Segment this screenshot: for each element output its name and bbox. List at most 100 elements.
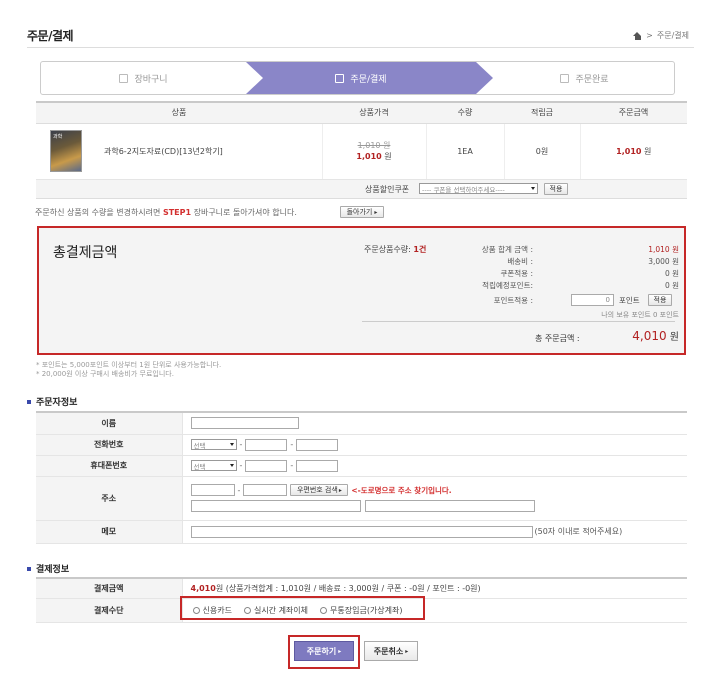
zip-search-button[interactable]: 우편번호 검색 ▸: [290, 484, 349, 496]
summary-subtotal-value: 1,010 원: [648, 245, 679, 254]
orderer-section-title: 주문자정보: [27, 395, 77, 408]
form-row-address: 주소 - 우편번호 검색 ▸ <-도로명으로 주소 찾기입니다.: [36, 476, 687, 521]
point-apply-label: 포인트적용 :: [493, 296, 533, 305]
mobile-dash: -: [239, 461, 243, 470]
memo-field-cell: (50자 이내로 적어주세요): [182, 520, 687, 544]
address-field-cell: - 우편번호 검색 ▸ <-도로명으로 주소 찾기입니다.: [182, 476, 687, 521]
point-input[interactable]: 0: [571, 294, 614, 306]
row-total: 1,010: [616, 146, 642, 156]
phone-dash: -: [290, 440, 294, 449]
step-complete: 주문완료: [493, 62, 674, 94]
section-bullet-icon: [27, 566, 31, 571]
back-button-label: 돌아가기: [346, 208, 373, 216]
payment-method-highlight: [180, 596, 425, 620]
product-table: 상품 상품가격 수량 적립금 주문금액 과학6-2지도자료(CD)[13년2학기…: [36, 101, 687, 180]
memo-label: 메모: [36, 520, 183, 544]
step-checkout-label: 주문/결제: [350, 74, 387, 85]
col-points: 적립금: [504, 101, 580, 124]
phone-last-input[interactable]: [296, 438, 339, 451]
memo-input[interactable]: [190, 525, 533, 538]
coupon-row: [36, 180, 687, 199]
step-complete-label: 주문완료: [575, 74, 609, 85]
summary-coupon-value: 0 원: [664, 269, 679, 278]
cancel-order-label: 주문취소: [373, 646, 404, 656]
point-unit: 포인트: [619, 296, 640, 305]
form-row-name: 이름: [36, 412, 687, 435]
point-apply-button[interactable]: 적용: [648, 294, 672, 306]
step-cart: 장바구니: [41, 62, 246, 94]
address-input[interactable]: [190, 500, 361, 512]
grand-total-label: 총 주문금액 :: [535, 334, 580, 343]
sale-price: 1,010: [356, 152, 382, 161]
product-table-header: 상품 상품가격 수량 적립금 주문금액: [36, 101, 687, 124]
coupon-label: 상품할인쿠폰: [365, 185, 410, 194]
coupon-select[interactable]: ---- 쿠폰을 선택하여주세요----: [419, 183, 538, 194]
notice-text-after: 장바구니로 돌아가셔야 합니다.: [191, 208, 297, 217]
phone-middle-input[interactable]: [245, 438, 288, 451]
row-total-unit: 원: [641, 146, 652, 156]
col-total: 주문금액: [580, 101, 687, 124]
order-summary-box: [37, 226, 686, 355]
total-cell: 1,010 원: [580, 123, 687, 180]
phone-dash: -: [239, 440, 243, 449]
form-row-memo: 메모 (50자 이내로 적어주세요): [36, 520, 687, 544]
product-cell: 과학6-2지도자료(CD)[13년2학기]: [36, 123, 323, 180]
zip-first-input[interactable]: [190, 484, 235, 496]
phone-label: 전화번호: [36, 434, 183, 456]
name-input[interactable]: [190, 417, 299, 430]
my-points: 나의 보유 포인트 0 포인트: [601, 311, 679, 319]
cancel-order-button[interactable]: 주문취소 ▸: [364, 641, 418, 661]
mobile-prefix-select[interactable]: 선택: [190, 460, 237, 471]
section-bullet-icon: [27, 399, 31, 404]
summary-shipping-label: 배송비 :: [507, 257, 533, 266]
mobile-last-input[interactable]: [296, 459, 339, 472]
quantity-notice: 주문하신 상품의 수량을 변경하시려면 STEP1 장바구니로 돌아가셔야 합니…: [35, 207, 297, 218]
breadcrumb: > 주문/결제: [633, 30, 689, 41]
page-title: 주문/결제: [27, 29, 74, 43]
payment-section-label: 결제정보: [36, 565, 70, 575]
col-price: 상품가격: [322, 101, 426, 124]
name-field-cell: [182, 412, 687, 435]
coupon-apply-button[interactable]: 적용: [544, 183, 568, 195]
arrow-right-icon: ▸: [338, 486, 342, 494]
note-shipping: * 20,000원 이상 구매시 배송비가 무료입니다.: [36, 370, 174, 378]
address-detail-input[interactable]: [364, 500, 535, 512]
header-divider: [27, 47, 694, 48]
zip-search-label: 우편번호 검색: [296, 486, 338, 494]
sale-price-unit: 원: [381, 152, 392, 161]
cart-icon: [119, 73, 129, 83]
zip-second-input[interactable]: [243, 484, 288, 496]
mobile-dash: -: [290, 461, 294, 470]
form-row-mobile: 휴대폰번호 선택 - -: [36, 455, 687, 477]
grand-total-value: 4,010: [632, 329, 667, 343]
summary-title: 총결제금액: [53, 245, 118, 261]
product-thumbnail[interactable]: [50, 130, 82, 172]
summary-divider: [362, 321, 675, 322]
qty-cell: 1EA: [426, 123, 505, 180]
summary-earn-points-value: 0 원: [664, 281, 679, 290]
home-icon[interactable]: [633, 31, 642, 40]
form-row-phone: 전화번호 선택 - -: [36, 434, 687, 456]
zip-hint: <-도로명으로 주소 찾기입니다.: [351, 485, 452, 495]
mobile-middle-input[interactable]: [245, 459, 288, 472]
orderer-form: 이름 전화번호 선택 - - 휴대폰번호 선택 - - 주소 - 우편번호 검색…: [36, 411, 687, 544]
order-quantity: 주문상품수량: 1건: [364, 244, 426, 255]
summary-shipping-value: 3,000 원: [648, 257, 679, 266]
breadcrumb-current: 주문/결제: [656, 31, 689, 40]
back-button[interactable]: 돌아가기 ▸: [340, 206, 384, 218]
summary-coupon-label: 쿠폰적용 :: [500, 269, 533, 278]
zip-dash: -: [237, 485, 241, 495]
chevron-down-icon: [531, 187, 535, 190]
product-name[interactable]: 과학6-2지도자료(CD)[13년2학기]: [104, 146, 223, 157]
order-steps: 장바구니 주문/결제 주문완료: [40, 61, 675, 95]
order-button-label: 주문하기: [306, 646, 337, 656]
orderer-section-label: 주문자정보: [36, 398, 78, 408]
payment-amount-detail: 원 (상품가격합계 : 1,010원 / 배송료 : 3,000원 / 쿠폰 :…: [215, 583, 481, 593]
phone-prefix-select[interactable]: 선택: [190, 439, 237, 450]
order-button[interactable]: 주문하기 ▸: [294, 641, 354, 661]
order-quantity-label: 주문상품수량:: [364, 245, 411, 254]
chevron-down-icon: [229, 443, 234, 446]
address-label: 주소: [36, 476, 183, 521]
arrow-right-icon: ▸: [374, 208, 378, 216]
breadcrumb-separator: >: [646, 31, 653, 40]
